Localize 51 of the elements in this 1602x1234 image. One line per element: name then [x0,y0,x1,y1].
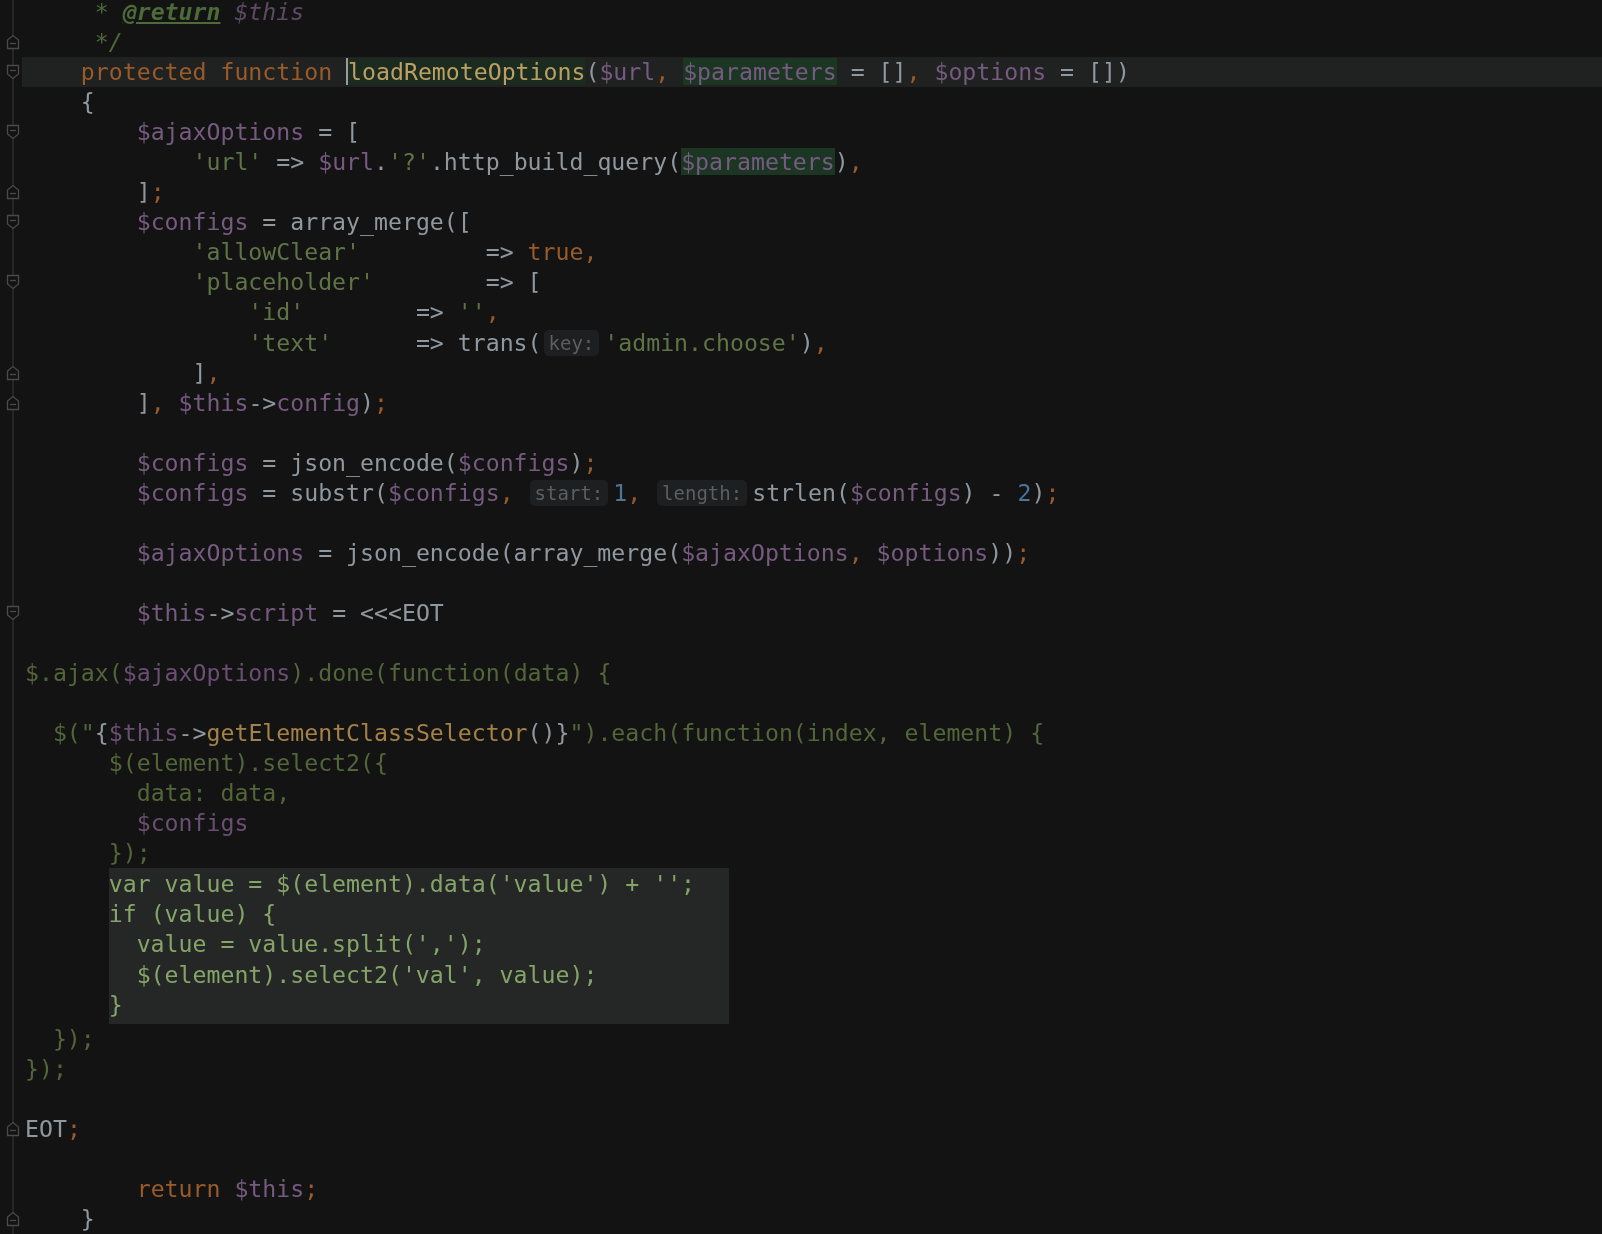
code-line: EOT; [25,1113,81,1144]
code-line: }); [108,838,151,869]
fold-icon[interactable] [5,274,20,291]
code-line: ], $this->config); [136,387,388,418]
code-line: $this->script = <<<EOT [136,597,444,628]
code-line: $configs [136,808,249,839]
code-line: 'id' => '', [248,297,500,328]
code-line: 'admin.choose'), [604,327,828,358]
code-line: protected function loadRemoteOptions($url, $parameters = [], $options = []) [80,57,1130,88]
fold-icon[interactable] [5,604,20,621]
code-line: if (value) { [108,899,277,930]
fold-icon[interactable] [5,1120,20,1137]
parameter-hint: start: [529,479,609,506]
code-line: ], [192,357,221,388]
code-line: }); [52,1023,95,1054]
code-line: }); [25,1053,67,1084]
fold-icon[interactable] [5,34,20,51]
fold-icon[interactable] [5,184,20,201]
code-line: value = value.split(','); [136,929,486,960]
code-line: return $this; [136,1173,319,1204]
code-line: ]; [136,177,165,208]
code-line: $configs = json_encode($configs); [136,447,598,478]
code-line: { [80,87,95,118]
fold-icon[interactable] [5,1210,20,1227]
code-line: * @return $this [94,0,305,27]
code-line: strlen($configs) - 2); [752,477,1060,508]
fold-icon[interactable] [5,394,20,411]
code-line: 'text' => trans( [248,327,542,358]
fold-icon[interactable] [5,214,20,231]
code-line: 'url' => $url.'?'.http_build_query($parameters), [192,147,863,178]
code-line: $("{$this->getElementClassSelector()}").each(function(index, element) { [52,718,1045,749]
code-line: */ [94,27,123,58]
fold-icon[interactable] [5,124,20,141]
code-line: data: data, [136,778,291,809]
code-line: var value = $(element).data('value') + ''; [108,869,696,900]
code-line: $(element).select2('val', value); [136,959,598,990]
code-line: } [80,1203,95,1234]
parameter-hint: length: [657,479,748,506]
code-line: $ajaxOptions = json_encode(array_merge($ajaxOptions, $options)); [136,537,1031,568]
code-line: $ajaxOptions = [ [136,117,361,148]
code-line: 'allowClear' => true, [192,237,598,268]
code-line: $configs = array_merge([ [136,207,472,238]
code-line: $.ajax($ajaxOptions).done(function(data) { [25,658,612,689]
code-line: 1, [613,477,643,508]
code-line: $configs = substr($configs, [136,477,515,508]
code-line: 'placeholder' => [ [192,267,542,298]
fold-icon[interactable] [5,364,20,381]
code-line: $(element).select2({ [108,748,388,779]
code-line: } [108,989,123,1020]
parameter-hint: key: [543,329,600,356]
fold-icon[interactable] [5,64,20,81]
